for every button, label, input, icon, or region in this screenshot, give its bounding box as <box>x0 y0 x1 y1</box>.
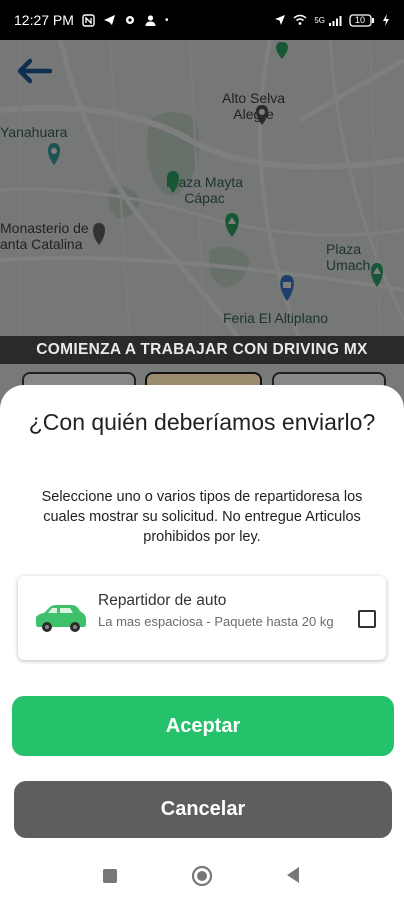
car-icon <box>36 605 86 632</box>
recents-icon[interactable] <box>103 869 117 883</box>
nav-back-icon[interactable] <box>285 866 301 884</box>
signal-icon <box>328 15 342 26</box>
location-arrow-icon <box>274 14 286 26</box>
charging-icon <box>382 14 390 26</box>
cancel-button[interactable]: Cancelar <box>14 781 392 838</box>
nfc-icon <box>82 13 95 27</box>
option-card-car[interactable]: Repartidor de auto La mas espaciosa - Pa… <box>18 576 386 660</box>
network-type-label: 5G <box>314 15 325 25</box>
battery-icon: 10 <box>349 13 375 27</box>
home-icon[interactable] <box>191 865 213 887</box>
status-bar: 12:27 PM • 5G 10 <box>0 0 404 40</box>
accept-button[interactable]: Aceptar <box>12 696 394 756</box>
gear-icon <box>124 14 136 26</box>
promo-banner: COMIENZA A TRABAJAR CON DRIVING MX <box>0 336 404 364</box>
status-time: 12:27 PM <box>14 12 74 28</box>
wifi-icon <box>293 14 307 26</box>
option-subtitle: La mas espaciosa - Paquete hasta 20 kg <box>98 614 334 629</box>
option-title: Repartidor de auto <box>98 592 227 609</box>
dialog-description: Seleccione uno o varios tipos de reparti… <box>41 489 363 545</box>
telegram-icon <box>103 14 116 26</box>
status-dot: • <box>164 14 169 26</box>
battery-level: 10 <box>355 14 366 25</box>
option-checkbox[interactable] <box>358 610 376 628</box>
system-nav-bar <box>0 845 404 900</box>
person-icon <box>144 14 157 27</box>
dialog-title: ¿Con quién deberíamos enviarlo? <box>28 409 376 435</box>
